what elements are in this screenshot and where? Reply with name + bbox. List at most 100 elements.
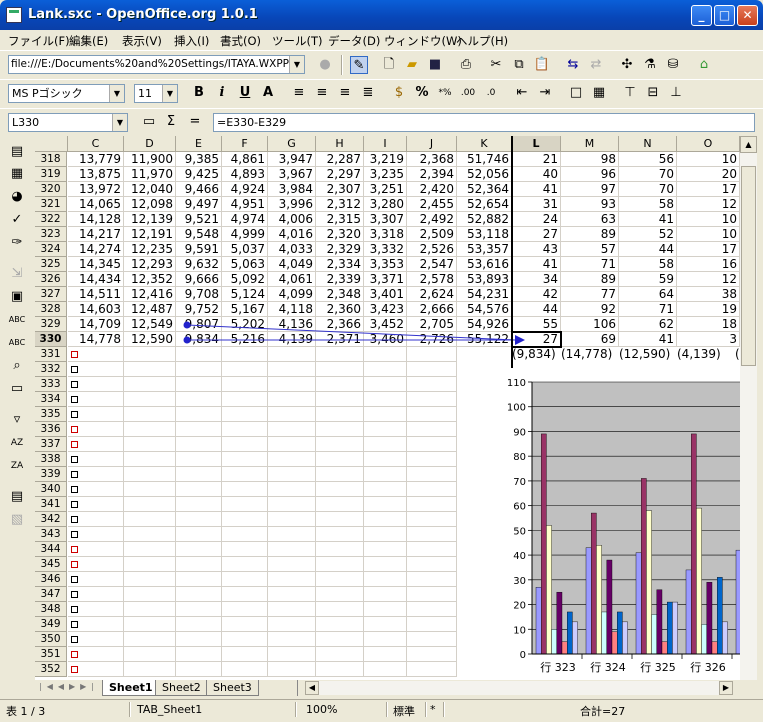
- underline-icon[interactable]: U: [236, 84, 254, 102]
- tab-sheet3[interactable]: Sheet3: [206, 680, 259, 696]
- row-header[interactable]: 333: [35, 377, 67, 392]
- table-cell[interactable]: [176, 542, 222, 557]
- table-cell[interactable]: [407, 482, 457, 497]
- table-cell[interactable]: [176, 512, 222, 527]
- table-cell[interactable]: [364, 467, 407, 482]
- print-icon[interactable]: ⎙: [457, 56, 475, 74]
- table-cell[interactable]: [124, 542, 176, 557]
- gallery-icon[interactable]: ⌂: [695, 56, 713, 74]
- table-cell[interactable]: [124, 632, 176, 647]
- borders-icon[interactable]: □: [567, 84, 585, 102]
- table-cell[interactable]: [316, 377, 364, 392]
- table-cell[interactable]: [364, 527, 407, 542]
- close-button[interactable]: ✕: [737, 5, 758, 26]
- show-draw-functions-icon[interactable]: ✑: [8, 234, 26, 252]
- spellcheck-icon[interactable]: ✓: [8, 211, 26, 229]
- table-cell[interactable]: [176, 467, 222, 482]
- table-cell[interactable]: [124, 482, 176, 497]
- table-cell[interactable]: [316, 587, 364, 602]
- menu-edit[interactable]: 編集(E): [69, 33, 108, 49]
- table-cell[interactable]: [316, 542, 364, 557]
- data-source-icon[interactable]: ⛁: [664, 56, 682, 74]
- table-cell[interactable]: [316, 647, 364, 662]
- menu-format[interactable]: 書式(O): [220, 33, 261, 49]
- align-top-icon[interactable]: ⊤: [621, 84, 639, 102]
- table-cell[interactable]: [407, 647, 457, 662]
- table-cell[interactable]: [268, 587, 316, 602]
- name-box[interactable]: L330 ▼: [8, 113, 128, 132]
- menu-help[interactable]: ヘルプ(H): [456, 33, 508, 49]
- table-cell[interactable]: [316, 602, 364, 617]
- table-cell[interactable]: [268, 617, 316, 632]
- table-cell[interactable]: [222, 647, 268, 662]
- table-cell[interactable]: [176, 647, 222, 662]
- table-cell[interactable]: [176, 557, 222, 572]
- table-cell[interactable]: [268, 647, 316, 662]
- align-right-icon[interactable]: ≡: [336, 84, 354, 102]
- table-cell[interactable]: [222, 452, 268, 467]
- edit-file-icon[interactable]: ✎: [350, 56, 368, 74]
- table-cell[interactable]: [316, 617, 364, 632]
- table-cell[interactable]: [316, 632, 364, 647]
- table-cell[interactable]: [364, 587, 407, 602]
- menu-tools[interactable]: ツール(T): [272, 33, 323, 49]
- table-cell[interactable]: [268, 392, 316, 407]
- table-cell[interactable]: [124, 422, 176, 437]
- chevron-down-icon[interactable]: ▼: [162, 85, 177, 102]
- row-header[interactable]: 349: [35, 617, 67, 632]
- table-cell[interactable]: [316, 662, 364, 677]
- row-header[interactable]: 337: [35, 437, 67, 452]
- row-header[interactable]: 352: [35, 662, 67, 677]
- table-cell[interactable]: [364, 422, 407, 437]
- table-cell[interactable]: [222, 557, 268, 572]
- table-cell[interactable]: [268, 602, 316, 617]
- spellcheck-abc-icon[interactable]: ABC: [8, 311, 26, 329]
- function-button[interactable]: =: [186, 113, 204, 131]
- group-icon[interactable]: ▤: [8, 488, 26, 506]
- table-cell[interactable]: [364, 572, 407, 587]
- stop-icon[interactable]: ●: [316, 56, 334, 74]
- table-cell[interactable]: [268, 467, 316, 482]
- row-header[interactable]: 342: [35, 512, 67, 527]
- table-cell[interactable]: [407, 392, 457, 407]
- table-cell[interactable]: [364, 437, 407, 452]
- table-cell[interactable]: [222, 377, 268, 392]
- table-cell[interactable]: [364, 662, 407, 677]
- table-cell[interactable]: [176, 662, 222, 677]
- table-cell[interactable]: [364, 647, 407, 662]
- table-cell[interactable]: [222, 497, 268, 512]
- table-cell[interactable]: [176, 497, 222, 512]
- row-header[interactable]: 346: [35, 572, 67, 587]
- insert-object-icon[interactable]: ◕: [8, 188, 26, 206]
- table-cell[interactable]: [124, 437, 176, 452]
- table-cell[interactable]: [407, 617, 457, 632]
- standard-format-icon[interactable]: *%: [436, 84, 454, 102]
- bold-icon[interactable]: B: [190, 84, 208, 102]
- table-cell[interactable]: [316, 527, 364, 542]
- table-cell[interactable]: [124, 557, 176, 572]
- cut-icon[interactable]: ✂: [487, 56, 505, 74]
- row-header[interactable]: 347: [35, 587, 67, 602]
- table-cell[interactable]: [268, 452, 316, 467]
- table-cell[interactable]: [124, 527, 176, 542]
- undo-icon[interactable]: ⇆: [564, 56, 582, 74]
- justify-icon[interactable]: ≣: [359, 84, 377, 102]
- add-decimal-icon[interactable]: .00: [459, 84, 477, 102]
- table-cell[interactable]: [124, 512, 176, 527]
- table-cell[interactable]: [222, 617, 268, 632]
- autospell-icon[interactable]: ABC: [8, 334, 26, 352]
- table-cell[interactable]: [316, 467, 364, 482]
- table-cell[interactable]: [124, 452, 176, 467]
- table-cell[interactable]: [268, 542, 316, 557]
- redo-icon[interactable]: ⇄: [587, 56, 605, 74]
- currency-icon[interactable]: $: [390, 84, 408, 102]
- table-cell[interactable]: [407, 527, 457, 542]
- chart[interactable]: 0 10 20 30 40 50 60 70 80 90 100 110 行 323 行 324 行 325…: [492, 374, 740, 680]
- menu-file[interactable]: ファイル(F): [8, 33, 70, 49]
- row-header[interactable]: 345: [35, 557, 67, 572]
- align-bottom-icon[interactable]: ⊥: [667, 84, 685, 102]
- table-cell[interactable]: [222, 527, 268, 542]
- table-cell[interactable]: [268, 437, 316, 452]
- table-cell[interactable]: [268, 497, 316, 512]
- status-zoom[interactable]: 100%: [306, 703, 337, 716]
